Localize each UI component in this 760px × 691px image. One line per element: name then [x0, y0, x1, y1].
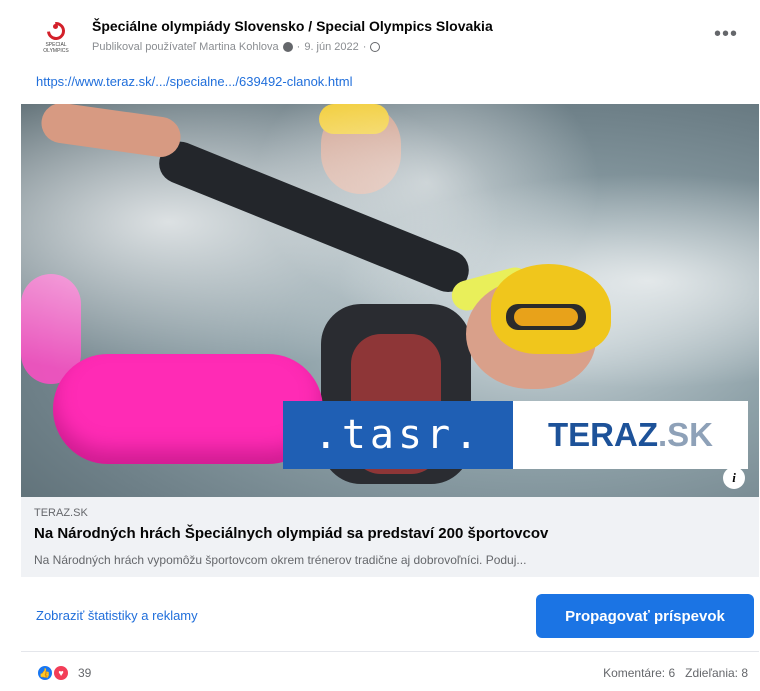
separator: ·: [296, 41, 301, 53]
teraz-logo-text: TERAZ: [547, 416, 658, 453]
boost-post-button[interactable]: Propagovať príspevok: [536, 594, 754, 638]
post-meta: Publikoval používateľ Martina Kohlova · …: [92, 41, 381, 53]
separator: ·: [362, 41, 367, 53]
reaction-count: 39: [78, 666, 92, 680]
swimmer-goggles: [506, 304, 586, 330]
reactions-summary[interactable]: 👍 ♥ 39: [36, 664, 91, 682]
globe-icon: [370, 42, 381, 52]
tasr-logo: .tasr.: [283, 401, 513, 469]
love-reaction-icon: ♥: [52, 664, 70, 682]
info-icon[interactable]: i: [723, 467, 745, 489]
post-link[interactable]: https://www.teraz.sk/.../specialne.../63…: [36, 74, 352, 89]
post-header: SPECIAL OLYMPICS Špeciálne olympiády Slo…: [36, 12, 744, 62]
facebook-post: SPECIAL OLYMPICS Špeciálne olympiády Slo…: [0, 0, 760, 691]
page-name[interactable]: Špeciálne olympiády Slovensko / Special …: [92, 18, 493, 34]
link-preview-card[interactable]: TERAZ.SK Na Národných hrách Špeciálnych …: [21, 497, 759, 577]
preview-source: TERAZ.SK: [34, 507, 88, 519]
more-options-icon[interactable]: •••: [714, 24, 738, 44]
profile-dot-icon: [282, 42, 293, 52]
preview-title: Na Národných hrách Špeciálnych olympiád …: [34, 525, 549, 542]
post-date[interactable]: 9. jún 2022: [304, 41, 358, 53]
page-avatar[interactable]: SPECIAL OLYMPICS: [36, 18, 76, 58]
avatar-text: SPECIAL OLYMPICS: [43, 42, 69, 54]
shares-count[interactable]: Zdieľania: 8: [685, 666, 748, 680]
teraz-logo-domain: .SK: [657, 416, 713, 453]
published-by[interactable]: Publikoval používateľ Martina Kohlova: [92, 41, 279, 53]
special-olympics-logo-icon: [43, 18, 69, 44]
comments-count[interactable]: Komentáre: 6: [603, 666, 675, 680]
preview-description: Na Národných hrách vypomôžu športovcom o…: [34, 553, 527, 567]
link-preview-image[interactable]: .tasr. TERAZ .SK i: [21, 104, 759, 497]
divider: [21, 651, 759, 652]
engagement-counts: Komentáre: 6 Zdieľania: 8: [603, 666, 748, 680]
teraz-logo: TERAZ .SK: [513, 401, 748, 469]
view-insights-link[interactable]: Zobraziť štatistiky a reklamy: [36, 608, 198, 623]
